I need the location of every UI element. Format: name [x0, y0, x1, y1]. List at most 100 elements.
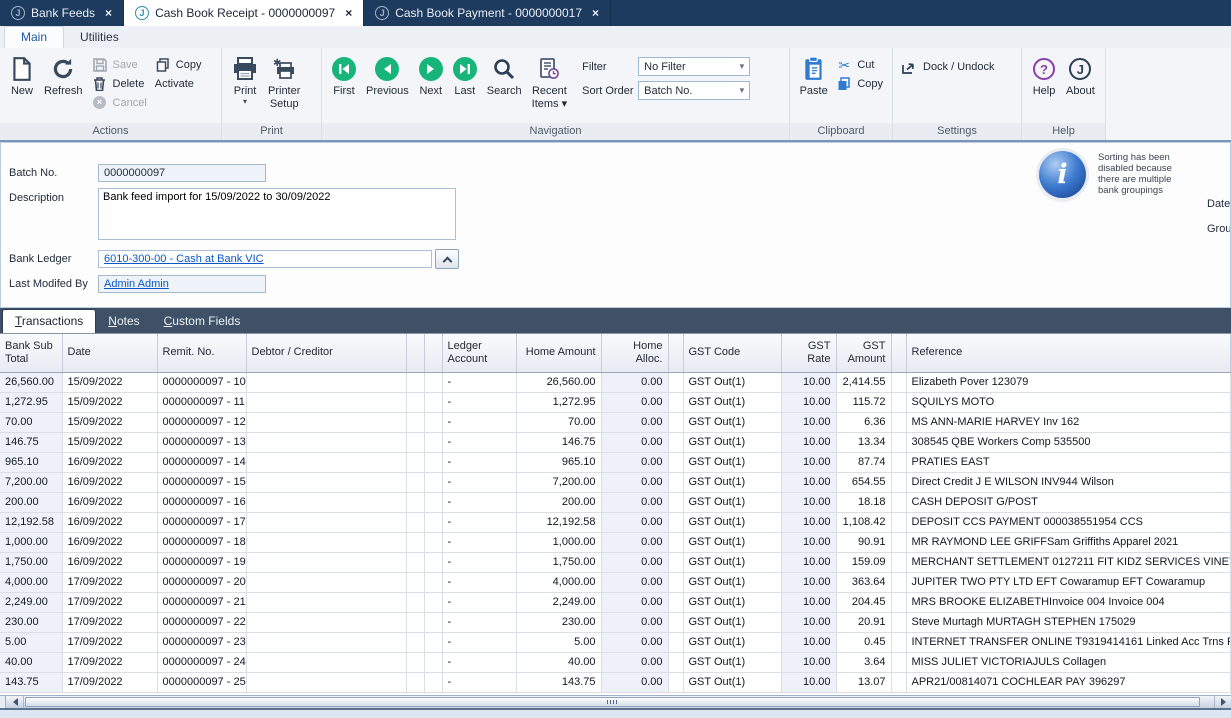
- cancel-button[interactable]: × Cancel: [92, 95, 147, 110]
- table-cell: 0000000097 - 11: [157, 392, 246, 412]
- table-row[interactable]: 1,000.0016/09/20220000000097 - 18-1,000.…: [0, 532, 1231, 552]
- tab-transactions[interactable]: Transactions: [2, 309, 96, 333]
- tab-bank-feeds[interactable]: J Bank Feeds ×: [0, 0, 124, 26]
- tab-label: Cash Book Receipt - 0000000097: [155, 6, 335, 20]
- close-tab-icon[interactable]: ×: [592, 6, 599, 20]
- table-row[interactable]: 200.0016/09/20220000000097 - 16-200.000.…: [0, 492, 1231, 512]
- column-header[interactable]: Date: [62, 334, 157, 372]
- refresh-button[interactable]: Refresh: [39, 52, 88, 99]
- filter-select[interactable]: No Filter ▾: [638, 57, 750, 76]
- scroll-left-button[interactable]: [7, 696, 24, 708]
- new-document-icon: [10, 53, 34, 85]
- recent-items-button[interactable]: Recent Items ▾: [527, 52, 572, 112]
- last-button[interactable]: Last: [448, 52, 482, 99]
- help-button[interactable]: ? Help: [1027, 52, 1061, 99]
- sort-order-select[interactable]: Batch No. ▾: [638, 81, 750, 100]
- help-icon: ?: [1033, 53, 1055, 85]
- column-header[interactable]: [668, 334, 683, 372]
- column-header[interactable]: GST Code: [683, 334, 781, 372]
- column-header[interactable]: Debtor / Creditor: [246, 334, 406, 372]
- table-cell: 40.00: [0, 652, 62, 672]
- table-cell: GST Out(1): [683, 572, 781, 592]
- previous-button[interactable]: Previous: [361, 52, 414, 99]
- about-button[interactable]: J About: [1061, 52, 1100, 99]
- table-row[interactable]: 4,000.0017/09/20220000000097 - 20-4,000.…: [0, 572, 1231, 592]
- table-row[interactable]: 965.1016/09/20220000000097 - 14-965.100.…: [0, 452, 1231, 472]
- copy-button[interactable]: Copy: [155, 57, 202, 72]
- column-header[interactable]: [891, 334, 906, 372]
- search-button[interactable]: Search: [482, 52, 527, 99]
- table-cell: GST Out(1): [683, 372, 781, 392]
- close-tab-icon[interactable]: ×: [105, 6, 112, 20]
- column-header[interactable]: Remit. No.: [157, 334, 246, 372]
- transactions-table: Bank Sub TotalDateRemit. No.Debtor / Cre…: [0, 334, 1231, 693]
- bank-ledger-link[interactable]: 6010-300-00 - Cash at Bank VIC: [104, 253, 264, 265]
- table-cell: Elizabeth Pover 123079: [906, 372, 1231, 392]
- table-cell: 5.00: [0, 632, 62, 652]
- scrollbar-thumb[interactable]: [25, 697, 1200, 707]
- table-cell: 10.00: [781, 412, 836, 432]
- table-row[interactable]: 5.0017/09/20220000000097 - 23-5.000.00GS…: [0, 632, 1231, 652]
- table-row[interactable]: 146.7515/09/20220000000097 - 13-146.750.…: [0, 432, 1231, 452]
- table-row[interactable]: 7,200.0016/09/20220000000097 - 15-7,200.…: [0, 472, 1231, 492]
- table-row[interactable]: 230.0017/09/20220000000097 - 22-230.000.…: [0, 612, 1231, 632]
- column-header[interactable]: [406, 334, 424, 372]
- first-button[interactable]: First: [327, 52, 361, 99]
- paste-button[interactable]: Paste: [795, 52, 832, 99]
- save-button[interactable]: Save: [92, 57, 147, 72]
- table-cell: [891, 392, 906, 412]
- copy-clipboard-button[interactable]: Copy: [836, 76, 883, 91]
- last-modified-link[interactable]: Admin Admin: [104, 278, 169, 290]
- batch-no-field[interactable]: 0000000097: [98, 164, 266, 182]
- collapse-header-button[interactable]: [435, 249, 459, 269]
- table-row[interactable]: 143.7517/09/20220000000097 - 25-143.750.…: [0, 672, 1231, 692]
- tab-notes[interactable]: Notes: [96, 310, 151, 333]
- printer-setup-button[interactable]: ✱ Printer Setup: [263, 52, 305, 112]
- activate-button[interactable]: Activate: [155, 76, 202, 91]
- column-header[interactable]: Ledger Account: [442, 334, 516, 372]
- table-row[interactable]: 26,560.0015/09/20220000000097 - 10-26,56…: [0, 372, 1231, 392]
- column-header[interactable]: Home Amount: [516, 334, 601, 372]
- next-button[interactable]: Next: [414, 52, 448, 99]
- cut-button[interactable]: ✂ Cut: [836, 57, 883, 72]
- column-header[interactable]: Reference: [906, 334, 1231, 372]
- table-cell: [668, 652, 683, 672]
- table-cell: [406, 432, 424, 452]
- table-cell: [668, 552, 683, 572]
- save-icon: [92, 57, 108, 72]
- description-field[interactable]: [98, 188, 456, 240]
- tab-custom-fields[interactable]: Custom Fields: [152, 310, 253, 333]
- column-header[interactable]: GST Rate: [781, 334, 836, 372]
- table-cell: [406, 512, 424, 532]
- close-tab-icon[interactable]: ×: [345, 6, 352, 20]
- table-cell: 15/09/2022: [62, 372, 157, 392]
- table-cell: 0.00: [601, 412, 668, 432]
- tab-cash-book-receipt[interactable]: J Cash Book Receipt - 0000000097 ×: [124, 0, 364, 26]
- table-cell: 0000000097 - 13: [157, 432, 246, 452]
- ribbon-group-actions: New Refresh Save: [0, 48, 222, 140]
- dock-undock-button[interactable]: Dock / Undock: [902, 59, 995, 74]
- table-row[interactable]: 1,750.0016/09/20220000000097 - 19-1,750.…: [0, 552, 1231, 572]
- column-header[interactable]: GST Amount: [836, 334, 891, 372]
- bank-ledger-field[interactable]: 6010-300-00 - Cash at Bank VIC: [98, 250, 432, 268]
- print-button[interactable]: Print ▾: [227, 52, 263, 107]
- column-header[interactable]: Bank Sub Total: [0, 334, 62, 372]
- table-row[interactable]: 70.0015/09/20220000000097 - 12-70.000.00…: [0, 412, 1231, 432]
- column-header[interactable]: Home Alloc.: [601, 334, 668, 372]
- table-cell: 10.00: [781, 572, 836, 592]
- delete-button[interactable]: Delete: [92, 76, 147, 91]
- scroll-right-button[interactable]: [1214, 696, 1231, 708]
- column-header[interactable]: [424, 334, 442, 372]
- table-row[interactable]: 12,192.5816/09/20220000000097 - 17-12,19…: [0, 512, 1231, 532]
- table-row[interactable]: 1,272.9515/09/20220000000097 - 11-1,272.…: [0, 392, 1231, 412]
- ribbon-tab-main[interactable]: Main: [4, 26, 64, 48]
- table-row[interactable]: 2,249.0017/09/20220000000097 - 21-2,249.…: [0, 592, 1231, 612]
- date-edge-label: Date: [1207, 198, 1230, 210]
- table-cell: 0000000097 - 12: [157, 412, 246, 432]
- table-row[interactable]: 40.0017/09/20220000000097 - 24-40.000.00…: [0, 652, 1231, 672]
- tab-cash-book-payment[interactable]: J Cash Book Payment - 0000000017 ×: [364, 0, 611, 26]
- table-cell: 200.00: [0, 492, 62, 512]
- new-button[interactable]: New: [5, 52, 39, 99]
- ribbon-tab-utilities[interactable]: Utilities: [64, 27, 135, 48]
- horizontal-scrollbar[interactable]: [0, 695, 1231, 708]
